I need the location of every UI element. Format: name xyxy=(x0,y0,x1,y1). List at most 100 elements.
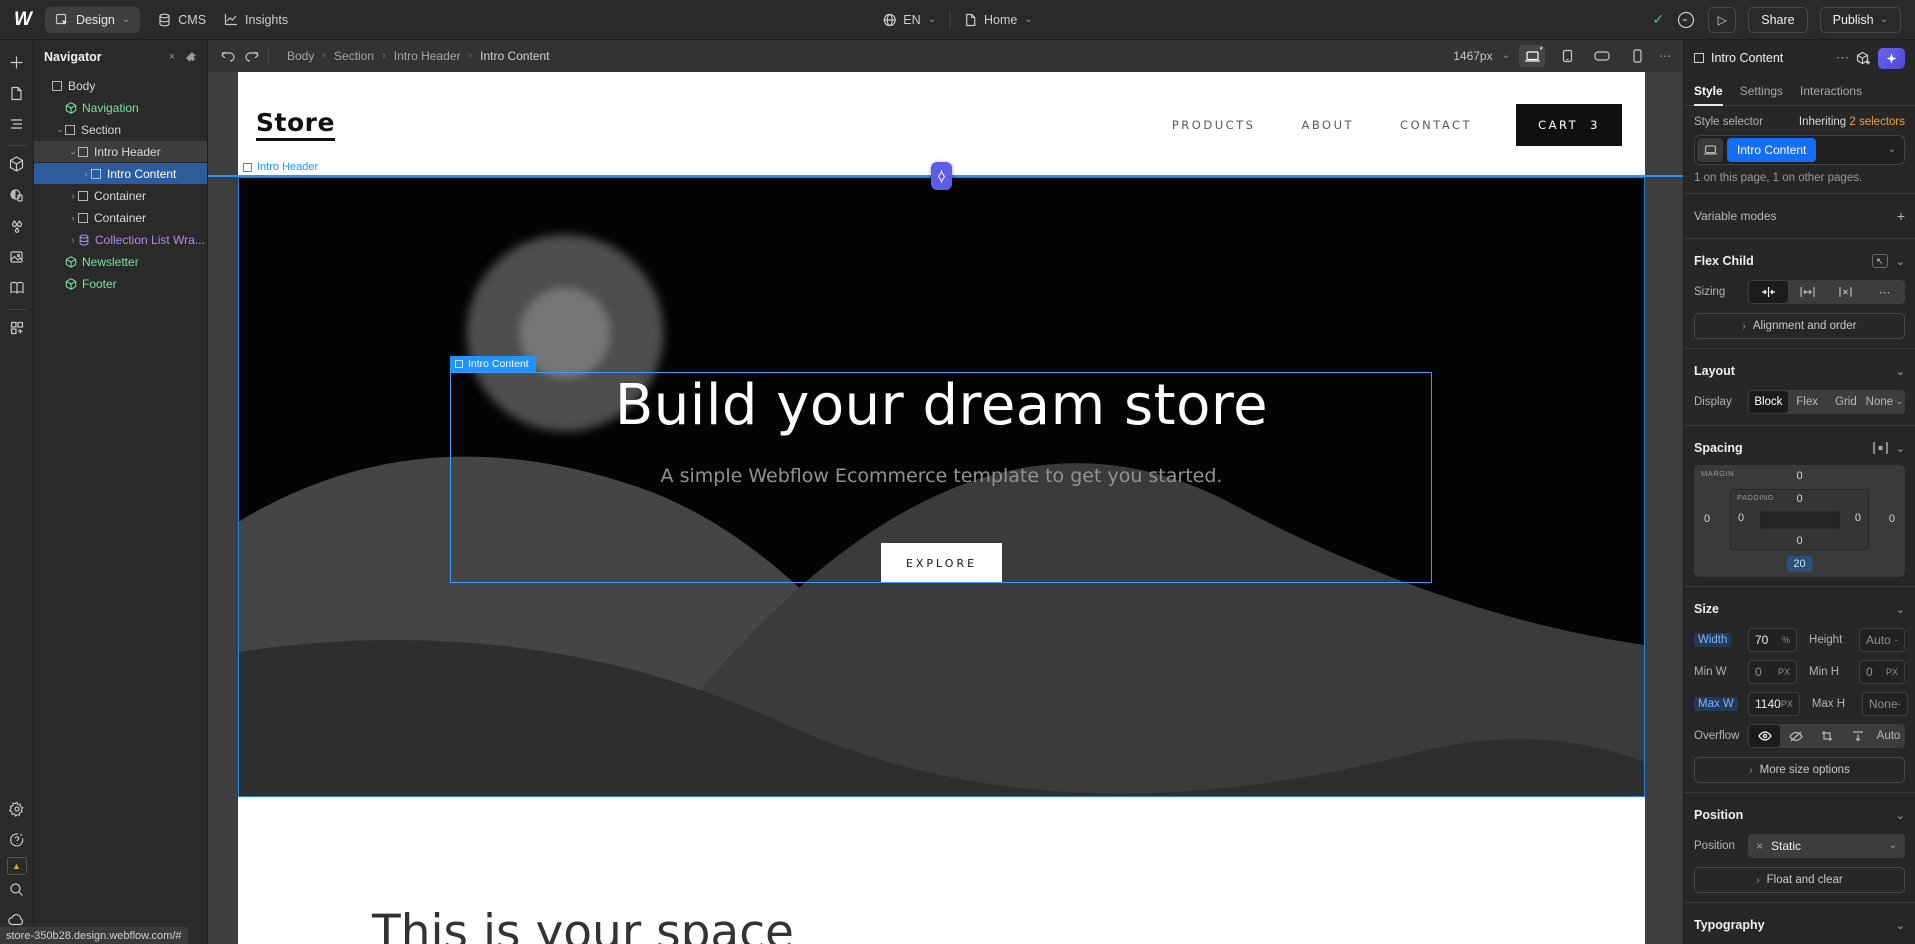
height-input[interactable]: Auto- xyxy=(1859,628,1905,652)
inherit-corner-icon[interactable]: ↖ xyxy=(1872,254,1888,268)
breakpoint-desktop-button[interactable]: * xyxy=(1519,45,1545,67)
width-input[interactable]: 70% xyxy=(1748,628,1797,652)
intro-content-label[interactable]: Intro Content xyxy=(450,356,536,372)
preview-button[interactable]: ▷ xyxy=(1708,7,1736,33)
navigator-item[interactable]: ⌄ Intro Header xyxy=(34,141,207,162)
position-select[interactable]: × Static ⌄ xyxy=(1748,834,1905,858)
undo-icon[interactable] xyxy=(220,49,236,63)
breadcrumb-item[interactable]: Section xyxy=(334,49,374,63)
breadcrumb-item[interactable]: Intro Content xyxy=(480,49,549,63)
cms-button[interactable]: CMS xyxy=(158,13,206,27)
insights-button[interactable]: Insights xyxy=(224,13,288,27)
display-block-option[interactable]: Block xyxy=(1749,391,1788,413)
comments-icon[interactable] xyxy=(1676,10,1696,30)
navigator-item[interactable]: Footer xyxy=(34,273,207,294)
navigator-item[interactable]: ⌄ Section xyxy=(34,119,207,140)
tab-settings[interactable]: Settings xyxy=(1740,76,1783,105)
publish-button[interactable]: Publish ⌄ xyxy=(1820,7,1901,33)
overflow-scroll-option[interactable] xyxy=(1842,725,1873,747)
chevron-down-icon[interactable]: ⌄ xyxy=(1896,365,1905,378)
margin-left-value[interactable]: 0 xyxy=(1704,513,1710,525)
sizing-shrink-option[interactable] xyxy=(1749,281,1788,303)
tab-interactions[interactable]: Interactions xyxy=(1800,76,1862,105)
share-button[interactable]: Share xyxy=(1748,7,1807,33)
pages-icon[interactable] xyxy=(3,79,31,107)
alignment-order-button[interactable]: › Alignment and order xyxy=(1694,313,1905,339)
element-action-handle[interactable] xyxy=(931,162,952,190)
float-clear-button[interactable]: › Float and clear xyxy=(1694,867,1905,893)
spacing-mode-icon[interactable] xyxy=(1873,442,1888,454)
more-size-options-button[interactable]: › More size options xyxy=(1694,757,1905,783)
close-icon[interactable]: × xyxy=(169,51,175,63)
sizing-more-option[interactable]: ⋯ xyxy=(1865,281,1904,303)
sizing-grow-option[interactable] xyxy=(1788,281,1827,303)
expand-chevron-icon[interactable]: › xyxy=(68,235,78,245)
page-switcher[interactable]: Home ⌄ xyxy=(965,13,1033,27)
breadcrumb-item[interactable]: Body xyxy=(287,49,314,63)
class-selector-input[interactable]: Intro Content ⌄ xyxy=(1694,135,1905,165)
navigator-icon[interactable] xyxy=(3,110,31,138)
chevron-down-icon[interactable]: ⌄ xyxy=(1896,919,1905,932)
navigator-item[interactable]: Newsletter xyxy=(34,251,207,272)
chevron-down-icon[interactable]: ⌄ xyxy=(1502,51,1510,61)
styles-icon[interactable] xyxy=(3,181,31,209)
overflow-auto-option[interactable]: Auto xyxy=(1873,725,1904,747)
chevron-down-icon[interactable]: ⌄ xyxy=(1896,255,1905,268)
design-mode-button[interactable]: Design ⌄ xyxy=(45,7,140,33)
spacing-widget[interactable]: MARGIN 0 0 0 20 PADDING 0 0 0 0 xyxy=(1694,465,1905,577)
display-grid-option[interactable]: Grid xyxy=(1827,391,1866,413)
webflow-logo[interactable]: W xyxy=(14,9,31,31)
tab-style[interactable]: Style xyxy=(1694,76,1723,105)
navigator-item[interactable]: Navigation xyxy=(34,97,207,118)
navigator-item[interactable]: › Collection List Wra... xyxy=(34,229,207,250)
display-flex-option[interactable]: Flex xyxy=(1788,391,1827,413)
chevron-down-icon[interactable]: ⌄ xyxy=(1896,442,1905,455)
navigator-item[interactable]: › Container xyxy=(34,185,207,206)
cart-button[interactable]: CART 3 xyxy=(1516,104,1622,146)
help-icon[interactable] xyxy=(3,826,31,854)
zoom-icon[interactable] xyxy=(3,875,31,903)
display-none-option[interactable]: None⌄ xyxy=(1865,391,1904,413)
min-width-input[interactable]: 0PX xyxy=(1748,660,1797,684)
assets-icon[interactable] xyxy=(3,243,31,271)
padding-right-value[interactable]: 0 xyxy=(1855,512,1861,524)
breakpoint-tablet-button[interactable] xyxy=(1554,45,1580,67)
redo-icon[interactable] xyxy=(244,49,260,63)
max-height-input[interactable]: None- xyxy=(1862,692,1908,716)
ai-assistant-button[interactable] xyxy=(1878,48,1905,69)
margin-bottom-value[interactable]: 20 xyxy=(1786,556,1812,572)
class-pill[interactable]: Intro Content xyxy=(1727,138,1816,162)
min-height-input[interactable]: 0PX xyxy=(1859,660,1905,684)
inheriting-info[interactable]: Inheriting 2 selectors xyxy=(1799,116,1905,128)
selected-element-box[interactable] xyxy=(450,372,1432,583)
canvas-width-value[interactable]: 1467px xyxy=(1453,49,1492,63)
chevron-down-icon[interactable]: ⌄ xyxy=(1896,809,1905,822)
site-nav-link[interactable]: PRODUCTS xyxy=(1172,118,1256,132)
max-width-input[interactable]: 1140PX xyxy=(1748,692,1800,716)
components-icon[interactable] xyxy=(3,150,31,178)
settings-gear-icon[interactable] xyxy=(3,795,31,823)
update-alert-button[interactable]: ▲ xyxy=(7,857,27,875)
breakpoint-phone-button[interactable] xyxy=(1624,45,1650,67)
add-variable-mode-icon[interactable]: + xyxy=(1897,208,1905,224)
sizing-none-option[interactable] xyxy=(1827,281,1866,303)
padding-bottom-value[interactable]: 0 xyxy=(1731,535,1868,547)
expand-chevron-icon[interactable]: › xyxy=(68,213,78,223)
padding-top-value[interactable]: 0 xyxy=(1731,493,1868,505)
canvas-more-icon[interactable]: ⋯ xyxy=(1659,49,1671,63)
site-logo[interactable]: Store xyxy=(256,108,335,141)
chevron-down-icon[interactable]: ⌄ xyxy=(1896,603,1905,616)
margin-top-value[interactable]: 0 xyxy=(1694,470,1905,482)
site-nav-link[interactable]: ABOUT xyxy=(1301,118,1354,132)
navigator-item[interactable]: Body xyxy=(34,75,207,96)
site-nav-link[interactable]: CONTACT xyxy=(1400,118,1472,132)
pin-panel-icon[interactable] xyxy=(185,51,197,63)
variables-icon[interactable] xyxy=(3,212,31,240)
expand-chevron-icon[interactable]: ⌄ xyxy=(55,124,65,135)
navigator-item[interactable]: › Container xyxy=(34,207,207,228)
expand-chevron-icon[interactable]: › xyxy=(68,191,78,201)
locale-switcher[interactable]: EN ⌄ xyxy=(882,13,936,27)
margin-right-value[interactable]: 0 xyxy=(1889,513,1895,525)
breadcrumb-item[interactable]: Intro Header xyxy=(394,49,461,63)
navigator-item[interactable]: › Intro Content xyxy=(34,163,207,184)
